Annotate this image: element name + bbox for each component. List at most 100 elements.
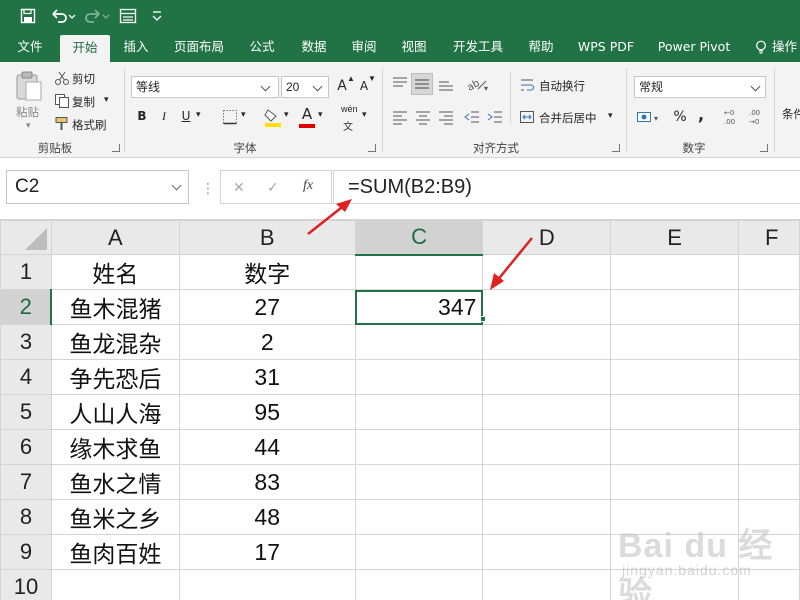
cell-b3[interactable]: 2 (178, 324, 356, 360)
cell-e1[interactable] (610, 254, 739, 290)
lightbulb-icon[interactable] (754, 40, 768, 54)
cell-a7[interactable]: 鱼水之情 (50, 464, 180, 500)
form-icon[interactable] (116, 5, 140, 27)
cell-c10[interactable] (354, 569, 484, 600)
row-header[interactable]: 4 (0, 359, 52, 395)
cancel-icon[interactable]: ✕ (233, 179, 245, 196)
enter-icon[interactable]: ✓ (267, 179, 279, 196)
cell-b8[interactable]: 48 (178, 499, 356, 535)
tab-view[interactable]: 视图 (394, 32, 434, 62)
tab-file[interactable]: 文件 (8, 32, 52, 62)
cell-b5[interactable]: 95 (178, 394, 356, 430)
cell-d4[interactable] (482, 359, 612, 395)
cell-a6[interactable]: 缘木求鱼 (50, 429, 180, 465)
cell-d5[interactable] (482, 394, 612, 430)
wrap-text-button[interactable]: 自动换行 (539, 78, 585, 94)
name-box[interactable]: C2 (6, 170, 189, 204)
row-header[interactable]: 6 (0, 429, 52, 465)
column-header-f[interactable]: F (737, 220, 800, 255)
underline-dropdown-icon[interactable]: ▾ (196, 109, 201, 120)
cell-f1[interactable] (737, 254, 800, 290)
cell-b2[interactable]: 27 (178, 289, 356, 325)
cell-f6[interactable] (737, 429, 800, 465)
tab-help[interactable]: 帮助 (520, 32, 562, 62)
save-icon[interactable] (16, 5, 40, 27)
align-middle-icon[interactable] (411, 73, 433, 95)
comma-button[interactable]: , (694, 105, 708, 125)
formula-input[interactable]: =SUM(B2:B9) (333, 170, 800, 204)
accounting-icon[interactable]: ▾ (636, 109, 662, 129)
conditional-format-button[interactable]: 条件 (782, 106, 800, 122)
column-header-c[interactable]: C (354, 220, 484, 256)
decrease-decimal-icon[interactable]: .00 →0 (747, 107, 767, 131)
orientation-icon[interactable]: ab ▾ (465, 75, 490, 97)
align-top-icon[interactable] (391, 76, 409, 96)
cell-c2-active[interactable]: 347 (354, 289, 484, 325)
cell-a8[interactable]: 鱼米之乡 (50, 499, 180, 535)
cell-e4[interactable] (610, 359, 739, 395)
cell-c6[interactable] (354, 429, 484, 465)
clipboard-launcher-icon[interactable] (112, 144, 120, 152)
cell-e3[interactable] (610, 324, 739, 360)
phonetic-button[interactable]: wén (341, 104, 358, 114)
cell-b4[interactable]: 31 (178, 359, 356, 395)
paste-icon[interactable] (14, 70, 44, 102)
number-launcher-icon[interactable] (760, 144, 768, 152)
row-header[interactable]: 2 (0, 289, 53, 325)
copy-dropdown-icon[interactable]: ▾ (104, 94, 109, 105)
underline-button[interactable]: U (178, 106, 194, 126)
increase-decimal-icon[interactable]: ←0.00 (722, 107, 742, 131)
font-name-select[interactable]: 等线 (131, 76, 279, 98)
cell-d8[interactable] (482, 499, 612, 535)
cell-c1[interactable] (354, 254, 484, 290)
cell-d3[interactable] (482, 324, 612, 360)
grip-icon[interactable]: ⋮ (201, 180, 215, 197)
fill-color-icon[interactable] (264, 107, 282, 131)
column-header-a[interactable]: A (50, 220, 180, 255)
undo-icon[interactable] (48, 5, 78, 27)
tab-power-pivot[interactable]: Power Pivot (652, 32, 736, 62)
cell-f9[interactable] (737, 534, 800, 570)
cell-b10[interactable] (178, 569, 356, 600)
paste-button[interactable]: 粘贴 (16, 104, 39, 120)
format-painter-button[interactable]: 格式刷 (72, 117, 107, 133)
copy-button[interactable]: 复制 (72, 94, 95, 110)
tab-tell-me[interactable]: 操作 (772, 32, 800, 62)
cell-a10[interactable] (50, 569, 180, 600)
cell-b1[interactable]: 数字 (178, 254, 356, 290)
tab-wps-pdf[interactable]: WPS PDF (572, 32, 640, 62)
row-header[interactable]: 7 (0, 464, 52, 500)
border-icon[interactable] (222, 109, 238, 129)
merge-center-button[interactable]: 合并后居中 (539, 110, 597, 126)
cell-a3[interactable]: 鱼龙混杂 (50, 324, 180, 360)
cell-a4[interactable]: 争先恐后 (50, 359, 180, 395)
cell-c3[interactable] (354, 324, 484, 360)
number-format-select[interactable]: 常规 (634, 76, 766, 98)
paste-dropdown-icon[interactable]: ▾ (26, 120, 31, 131)
row-header[interactable]: 5 (0, 394, 52, 430)
tab-developer[interactable]: 开发工具 (446, 32, 510, 62)
cell-a1[interactable]: 姓名 (50, 254, 180, 290)
row-header[interactable]: 8 (0, 499, 52, 535)
cell-f7[interactable] (737, 464, 800, 500)
cell-e8[interactable] (610, 499, 739, 535)
chevron-down-icon[interactable] (171, 180, 182, 191)
cell-a5[interactable]: 人山人海 (50, 394, 180, 430)
insert-function-button[interactable]: fx (303, 178, 313, 194)
cell-f5[interactable] (737, 394, 800, 430)
phonetic-dropdown-icon[interactable]: ▾ (362, 109, 367, 120)
percent-button[interactable]: % (671, 107, 689, 127)
cell-f3[interactable] (737, 324, 800, 360)
cut-button[interactable]: 剪切 (72, 71, 95, 87)
cell-c5[interactable] (354, 394, 484, 430)
cell-d10[interactable] (482, 569, 612, 600)
align-left-icon[interactable] (391, 109, 409, 129)
customize-icon[interactable] (148, 5, 166, 27)
italic-button[interactable]: I (156, 106, 172, 126)
border-dropdown-icon[interactable]: ▾ (241, 109, 246, 120)
cell-b9[interactable]: 17 (178, 534, 356, 570)
cell-f4[interactable] (737, 359, 800, 395)
cell-c4[interactable] (354, 359, 484, 395)
cell-e5[interactable] (610, 394, 739, 430)
cell-f8[interactable] (737, 499, 800, 535)
